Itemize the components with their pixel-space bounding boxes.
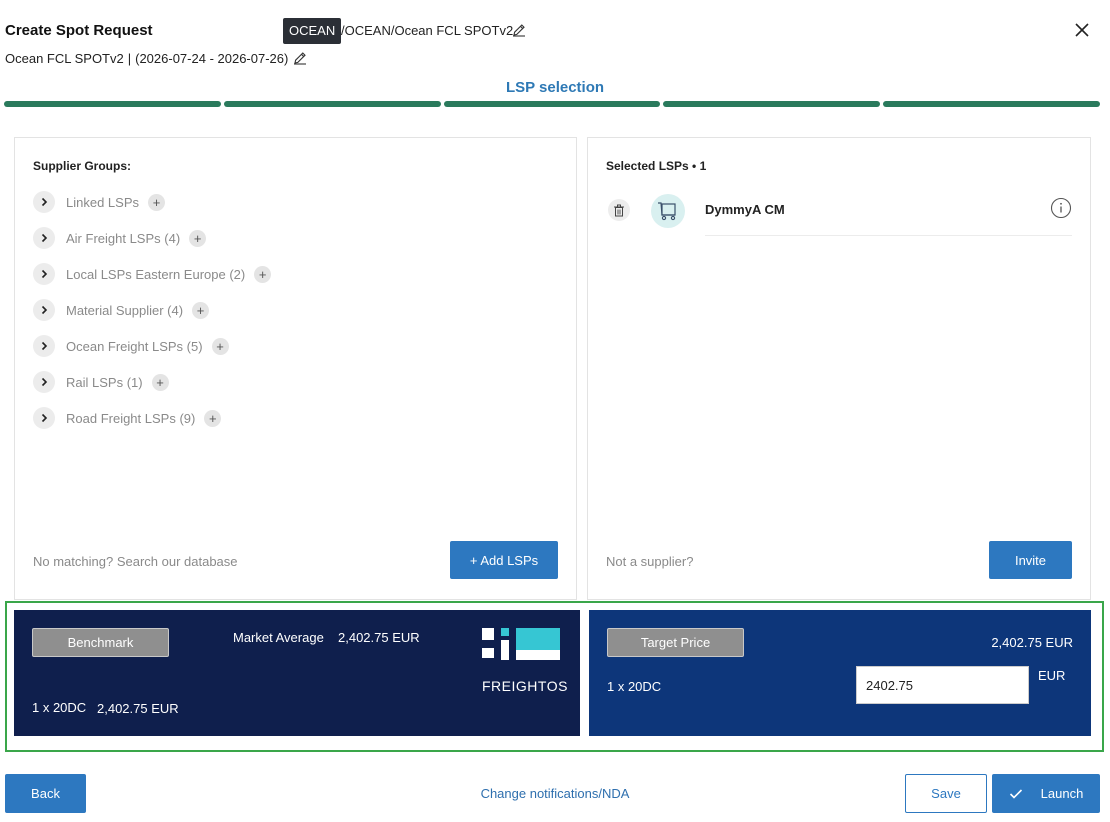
chevron-right-icon[interactable] — [33, 407, 55, 429]
freightos-logo-text: FREIGHTOS — [482, 678, 568, 694]
chevron-right-icon[interactable] — [33, 191, 55, 213]
step-title: LSP selection — [505, 79, 605, 96]
chevron-right-icon[interactable] — [33, 227, 55, 249]
add-group-icon[interactable]: + — [204, 409, 222, 427]
save-button[interactable]: Save — [905, 774, 987, 813]
market-average-value: 2,402.75 EUR — [338, 630, 420, 645]
supplier-groups-panel: Supplier Groups: Linked LSPs + Air Freig… — [14, 137, 577, 600]
target-total: 2,402.75 EUR — [991, 635, 1073, 650]
invite-button[interactable]: Invite — [989, 541, 1072, 579]
add-lsps-button[interactable]: + Add LSPs — [450, 541, 558, 579]
add-group-icon[interactable]: + — [148, 193, 165, 211]
supplier-group-label: Ocean Freight LSPs (5) — [66, 338, 203, 354]
step-segment — [443, 101, 661, 107]
target-price-button[interactable]: Target Price — [607, 628, 744, 657]
target-price-panel: Target Price 2,402.75 EUR 1 x 20DC EUR — [589, 610, 1091, 736]
container-value: 2,402.75 EUR — [97, 701, 179, 716]
benchmark-panel: Benchmark Market Average 2,402.75 EUR 1 … — [14, 610, 580, 736]
supplier-group-label: Material Supplier (4) — [66, 302, 184, 318]
container-label: 1 x 20DC — [607, 679, 662, 694]
add-group-icon[interactable]: + — [151, 373, 169, 391]
step-segment — [4, 101, 221, 107]
date-range: (2026-07-24 - 2026-07-26) — [135, 51, 289, 66]
pencil-icon[interactable] — [512, 23, 526, 37]
step-segment — [663, 101, 881, 107]
supplier-group-row[interactable]: Rail LSPs (1) + — [33, 370, 169, 394]
mode-badge: OCEAN — [283, 18, 342, 44]
chevron-right-icon[interactable] — [33, 299, 55, 321]
info-icon[interactable] — [1050, 197, 1072, 219]
add-group-icon[interactable]: + — [211, 337, 229, 355]
step-segment — [223, 101, 441, 107]
back-button[interactable]: Back — [5, 774, 86, 813]
supplier-groups-label: Supplier Groups: — [33, 159, 132, 173]
supplier-group-row[interactable]: Linked LSPs + — [33, 190, 165, 214]
step-segment — [883, 101, 1100, 107]
supplier-group-label: Local LSPs Eastern Europe (2) — [66, 266, 246, 282]
pencil-icon[interactable] — [293, 51, 307, 65]
checkmark-icon — [1009, 788, 1022, 799]
supplier-group-label: Air Freight LSPs (4) — [66, 230, 181, 246]
supplier-group-label: Linked LSPs — [66, 194, 139, 210]
chevron-right-icon[interactable] — [33, 263, 55, 285]
subtitle-separator: | — [127, 51, 132, 66]
freightos-logo-icon — [482, 628, 560, 660]
market-average-label: Market Average — [233, 630, 324, 645]
close-icon[interactable] — [1073, 21, 1091, 39]
trash-icon[interactable] — [608, 199, 630, 221]
add-group-icon[interactable]: + — [189, 229, 207, 247]
supplier-group-label: Rail LSPs (1) — [66, 374, 143, 390]
change-notifications-link[interactable]: Change notifications/NDA — [481, 786, 630, 801]
currency-label: EUR — [1038, 668, 1066, 683]
search-database-note: No matching? Search our database — [33, 554, 238, 569]
not-supplier-note: Not a supplier? — [606, 554, 694, 569]
chevron-right-icon[interactable] — [33, 335, 55, 357]
container-label: 1 x 20DC — [32, 700, 87, 715]
lsp-avatar-icon — [651, 194, 685, 228]
supplier-group-label: Road Freight LSPs (9) — [66, 410, 196, 426]
supplier-group-row[interactable]: Material Supplier (4) + — [33, 298, 210, 322]
supplier-group-row[interactable]: Ocean Freight LSPs (5) + — [33, 334, 229, 358]
progress-stepper — [4, 101, 1100, 107]
supplier-group-row[interactable]: Air Freight LSPs (4) + — [33, 226, 207, 250]
selected-lsps-label: Selected LSPs • 1 — [606, 159, 707, 173]
chevron-right-icon[interactable] — [33, 371, 55, 393]
request-name: Ocean FCL SPOTv2 — [5, 51, 124, 66]
selected-lsps-panel: Selected LSPs • 1 DymmyA CM Not a suppli… — [587, 137, 1091, 600]
supplier-group-row[interactable]: Road Freight LSPs (9) + — [33, 406, 222, 430]
row-divider — [705, 235, 1072, 236]
selected-lsp-row: DymmyA CM — [606, 194, 1072, 238]
add-group-icon[interactable]: + — [254, 265, 272, 283]
request-subtitle: Ocean FCL SPOTv2 | (2026-07-24 - 2026-07-2… — [5, 51, 288, 66]
launch-button[interactable]: Launch — [992, 774, 1100, 813]
lsp-name: DymmyA CM — [705, 202, 785, 217]
target-price-input[interactable] — [856, 666, 1029, 704]
launch-label: Launch — [1040, 786, 1084, 801]
benchmark-button[interactable]: Benchmark — [32, 628, 169, 657]
page-title: Create Spot Request — [5, 22, 153, 39]
add-group-icon[interactable]: + — [192, 301, 210, 319]
request-path: /OCEAN/Ocean FCL SPOTv2 — [341, 23, 514, 38]
supplier-group-row[interactable]: Local LSPs Eastern Europe (2) + — [33, 262, 272, 286]
